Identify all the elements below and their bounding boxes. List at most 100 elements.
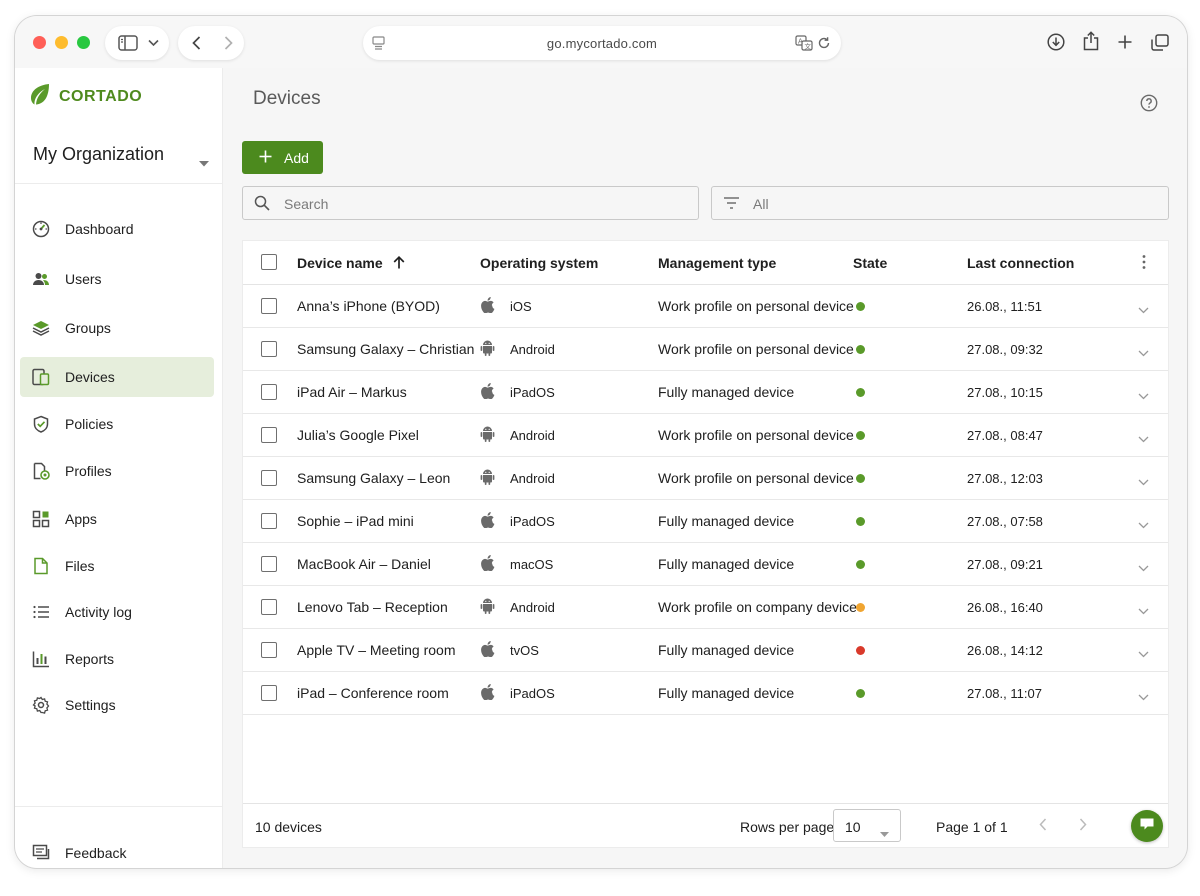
column-state[interactable]: State xyxy=(853,255,887,271)
previous-page-icon[interactable] xyxy=(1039,818,1047,836)
state-indicator xyxy=(856,388,865,397)
address-bar[interactable]: go.mycortado.com A文 xyxy=(363,26,841,60)
organization-switcher[interactable]: My Organization xyxy=(15,134,223,184)
new-tab-icon[interactable] xyxy=(1118,35,1132,49)
column-management-type[interactable]: Management type xyxy=(658,255,776,271)
table-row[interactable]: Julia’s Google Pixel Android Work profile … xyxy=(243,414,1168,457)
groups-icon xyxy=(32,319,50,337)
gear-icon xyxy=(32,696,50,714)
table-row[interactable]: Sophie – iPad mini iPadOS Fully managed de… xyxy=(243,500,1168,543)
column-label: Device name xyxy=(297,255,383,271)
bar-chart-icon xyxy=(32,650,50,668)
translate-icon[interactable]: A文 xyxy=(795,35,813,51)
chevron-down-icon[interactable] xyxy=(148,39,159,47)
row-checkbox[interactable] xyxy=(261,642,277,658)
reload-icon[interactable] xyxy=(817,36,831,50)
sidebar-item-policies[interactable]: Policies xyxy=(20,404,214,444)
row-checkbox[interactable] xyxy=(261,556,277,572)
minimize-window-button[interactable] xyxy=(55,36,68,49)
sidebar-item-label: Devices xyxy=(65,369,115,385)
expand-chevron-icon[interactable] xyxy=(1138,473,1149,491)
sidebar-item-label: Reports xyxy=(65,651,115,667)
sidebar-item-dashboard[interactable]: Dashboard xyxy=(20,209,214,249)
expand-chevron-icon[interactable] xyxy=(1138,688,1149,706)
table-row[interactable]: Anna’s iPhone (BYOD) iOS Work profile on p… xyxy=(243,285,1168,328)
last-connection: 26.08., 11:51 xyxy=(967,299,1042,314)
page-title: Devices xyxy=(253,88,321,109)
sidebar-item-activity-log[interactable]: Activity log xyxy=(20,592,214,632)
table-row[interactable]: Lenovo Tab – Reception Android Work profil… xyxy=(243,586,1168,629)
expand-chevron-icon[interactable] xyxy=(1138,387,1149,405)
expand-chevron-icon[interactable] xyxy=(1138,602,1149,620)
column-last-connection[interactable]: Last connection xyxy=(967,255,1074,271)
forward-icon[interactable] xyxy=(224,36,233,50)
row-checkbox[interactable] xyxy=(261,427,277,443)
add-device-button[interactable]: Add xyxy=(242,141,323,174)
sidebar-item-files[interactable]: Files xyxy=(20,546,214,586)
expand-chevron-icon[interactable] xyxy=(1138,559,1149,577)
management-type: Work profile on personal device xyxy=(658,298,854,314)
sidebar-item-reports[interactable]: Reports xyxy=(20,639,214,679)
sidebar-item-groups[interactable]: Groups xyxy=(20,308,214,348)
operating-system: iOS xyxy=(510,299,532,314)
expand-chevron-icon[interactable] xyxy=(1138,645,1149,663)
sidebar-item-label: Files xyxy=(65,558,95,574)
chat-support-button[interactable] xyxy=(1131,810,1163,842)
rows-per-page-select[interactable]: 10 xyxy=(833,809,901,842)
expand-chevron-icon[interactable] xyxy=(1138,430,1149,448)
expand-chevron-icon[interactable] xyxy=(1138,344,1149,362)
column-options-icon[interactable] xyxy=(1142,254,1146,275)
organization-name: My Organization xyxy=(33,144,165,164)
share-icon[interactable] xyxy=(1083,31,1099,51)
back-icon[interactable] xyxy=(192,36,201,50)
management-type: Fully managed device xyxy=(658,685,795,701)
sidebar-toggle-icon[interactable] xyxy=(118,35,138,51)
row-checkbox[interactable] xyxy=(261,384,277,400)
expand-chevron-icon[interactable] xyxy=(1138,301,1149,319)
device-name: Samsung Galaxy – Christian xyxy=(297,341,475,357)
sidebar-item-feedback[interactable]: Feedback xyxy=(20,833,214,868)
device-name: Anna’s iPhone (BYOD) xyxy=(297,298,440,314)
zoom-window-button[interactable] xyxy=(77,36,90,49)
row-checkbox[interactable] xyxy=(261,341,277,357)
management-type: Work profile on personal device xyxy=(658,341,854,357)
expand-chevron-icon[interactable] xyxy=(1138,516,1149,534)
row-checkbox[interactable] xyxy=(261,685,277,701)
downloads-icon[interactable] xyxy=(1047,33,1065,51)
row-checkbox[interactable] xyxy=(261,470,277,486)
state-indicator xyxy=(856,474,865,483)
table-row[interactable]: MacBook Air – Daniel macOS Fully managed d… xyxy=(243,543,1168,586)
next-page-icon[interactable] xyxy=(1079,818,1087,836)
devices-icon xyxy=(32,368,50,386)
filter-value: All xyxy=(753,196,769,212)
row-checkbox[interactable] xyxy=(261,599,277,615)
search-icon xyxy=(254,195,270,216)
cortado-logo[interactable]: CORTADO xyxy=(28,82,142,111)
tab-overview-icon[interactable] xyxy=(1151,34,1169,51)
row-checkbox[interactable] xyxy=(261,298,277,314)
close-window-button[interactable] xyxy=(33,36,46,49)
main-content: Devices Add Search All Device name Opera… xyxy=(223,68,1187,868)
sidebar-item-settings[interactable]: Settings xyxy=(20,685,214,725)
app-sidebar: CORTADO My Organization Dashboard Users … xyxy=(15,68,223,868)
filter-select[interactable]: All xyxy=(711,186,1169,220)
table-row[interactable]: iPad – Conference room iPadOS Fully manage… xyxy=(243,672,1168,715)
table-row[interactable]: Samsung Galaxy – Christian Android Work pr… xyxy=(243,328,1168,371)
table-row[interactable]: iPad Air – Markus iPadOS Fully managed dev… xyxy=(243,371,1168,414)
operating-system: Android xyxy=(510,342,555,357)
sidebar-item-profiles[interactable]: Profiles xyxy=(20,451,214,491)
sidebar-item-apps[interactable]: Apps xyxy=(20,499,214,539)
management-type: Work profile on personal device xyxy=(658,470,854,486)
search-placeholder: Search xyxy=(284,196,329,212)
management-type: Fully managed device xyxy=(658,642,795,658)
select-all-checkbox[interactable] xyxy=(261,254,277,270)
help-icon[interactable] xyxy=(1140,94,1158,117)
sidebar-item-users[interactable]: Users xyxy=(20,259,214,299)
row-checkbox[interactable] xyxy=(261,513,277,529)
column-operating-system[interactable]: Operating system xyxy=(480,255,598,271)
sidebar-item-devices[interactable]: Devices xyxy=(20,357,214,397)
search-input[interactable]: Search xyxy=(242,186,699,220)
table-row[interactable]: Apple TV – Meeting room tvOS Fully managed… xyxy=(243,629,1168,672)
column-device-name[interactable]: Device name xyxy=(297,255,405,272)
table-row[interactable]: Samsung Galaxy – Leon Android Work profile… xyxy=(243,457,1168,500)
